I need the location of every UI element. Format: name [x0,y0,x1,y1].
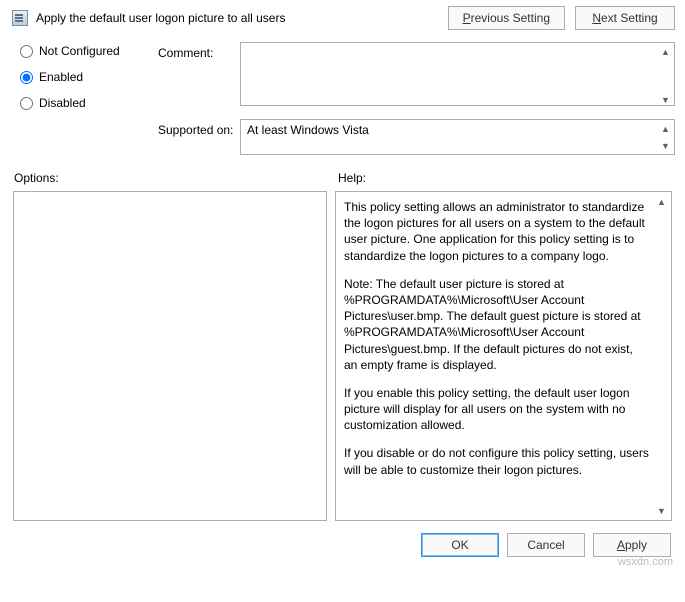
radio-enabled[interactable]: Enabled [20,70,158,84]
help-paragraph: If you enable this policy setting, the d… [344,385,649,434]
help-pane: This policy setting allows an administra… [335,191,672,521]
supported-scrollbar[interactable]: ▲ ▼ [657,120,674,154]
policy-title: Apply the default user logon picture to … [36,11,285,25]
help-paragraph: If you disable or do not configure this … [344,445,649,477]
help-label: Help: [334,171,366,185]
options-pane [13,191,327,521]
scroll-up-icon[interactable]: ▲ [653,193,670,210]
scroll-down-icon[interactable]: ▼ [653,502,670,519]
radio-not-configured-label: Not Configured [39,44,120,58]
ok-button[interactable]: OK [421,533,499,557]
scroll-up-icon[interactable]: ▲ [657,120,674,137]
apply-button[interactable]: Apply [593,533,671,557]
scroll-down-icon[interactable]: ▼ [657,91,674,108]
scroll-up-icon[interactable]: ▲ [657,43,674,60]
comment-input[interactable] [240,42,675,106]
radio-enabled-input[interactable] [20,71,33,84]
comment-scrollbar[interactable]: ▲ ▼ [657,43,674,108]
radio-not-configured-input[interactable] [20,45,33,58]
help-paragraph: Note: The default user picture is stored… [344,276,649,373]
radio-disabled[interactable]: Disabled [20,96,158,110]
radio-disabled-label: Disabled [39,96,86,110]
radio-disabled-input[interactable] [20,97,33,110]
scroll-down-icon[interactable]: ▼ [657,137,674,154]
help-scrollbar[interactable]: ▲ ▼ [653,193,670,519]
comment-label: Comment: [158,42,240,60]
watermark: wsxdn.com [618,556,673,568]
policy-icon [12,10,28,26]
radio-not-configured[interactable]: Not Configured [20,44,158,58]
radio-enabled-label: Enabled [39,70,83,84]
help-paragraph: This policy setting allows an administra… [344,199,649,264]
previous-setting-button[interactable]: Previous Setting [448,6,565,30]
next-setting-button[interactable]: Next Setting [575,6,675,30]
help-text: This policy setting allows an administra… [336,192,671,520]
supported-on-label: Supported on: [158,119,240,137]
cancel-button[interactable]: Cancel [507,533,585,557]
supported-on-value: At least Windows Vista [240,119,675,155]
options-label: Options: [14,171,334,185]
